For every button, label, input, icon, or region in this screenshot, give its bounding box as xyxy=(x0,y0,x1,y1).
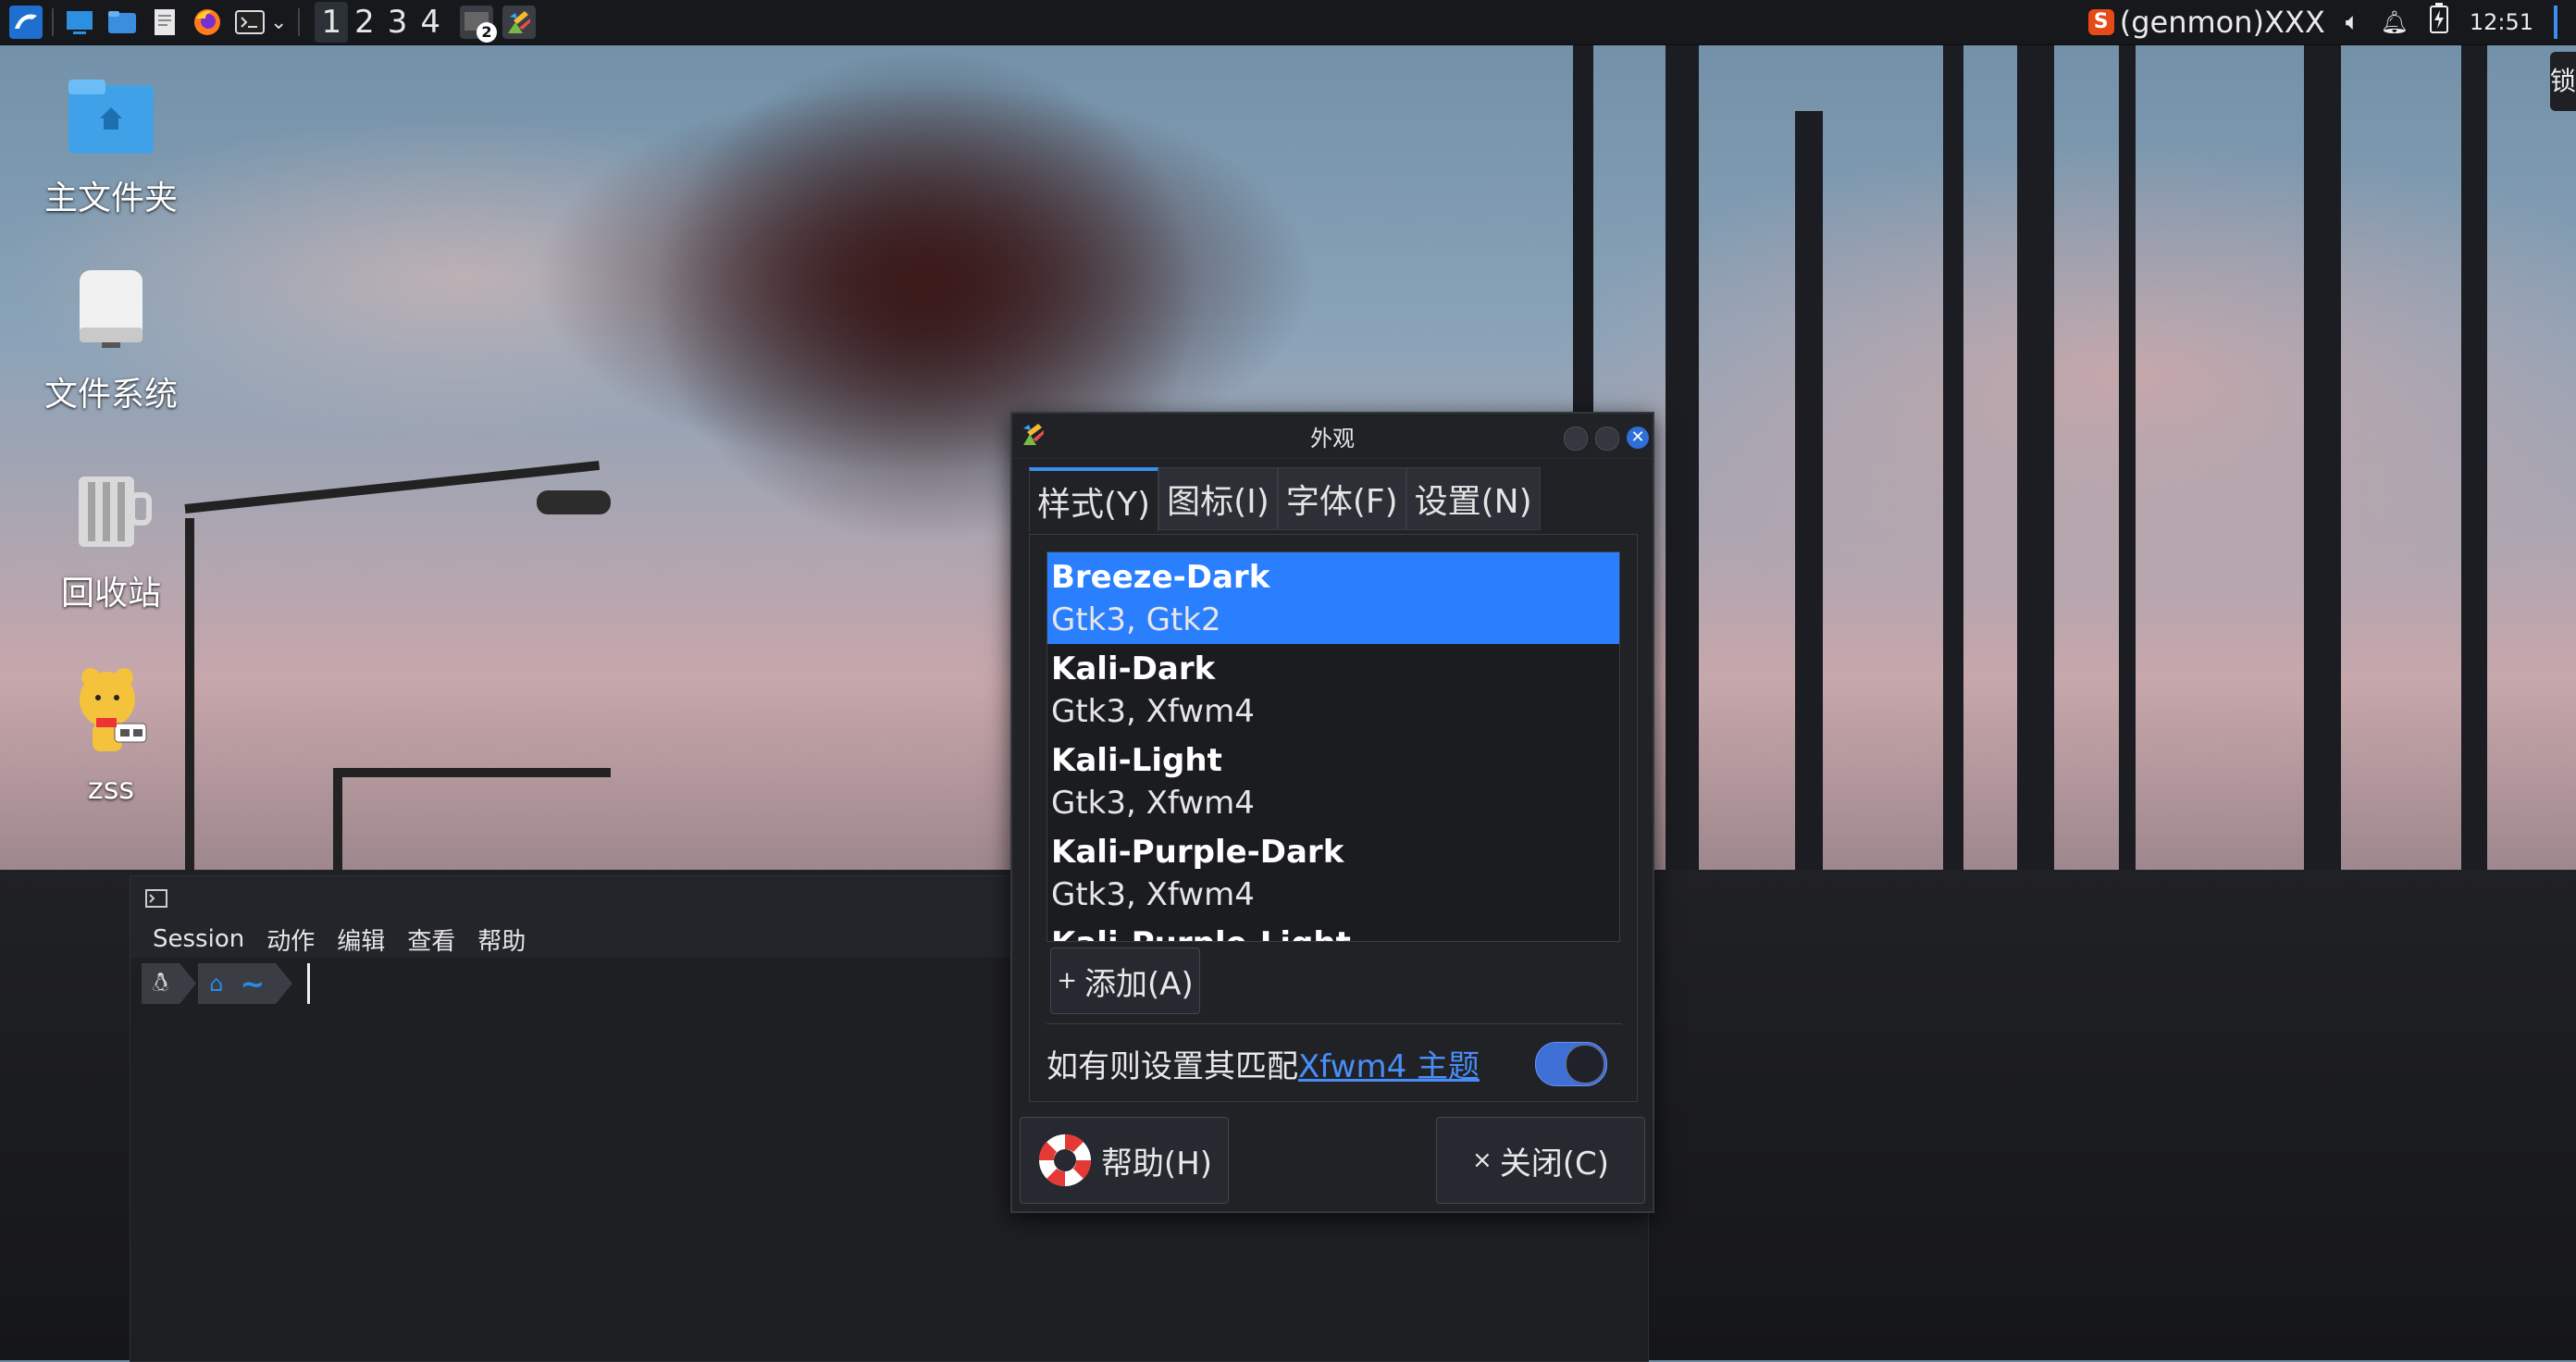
close-button-label: 关闭(C) xyxy=(1499,1145,1610,1182)
maximize-button[interactable] xyxy=(1595,427,1619,451)
workspace-switcher[interactable]: 1 2 3 4 xyxy=(315,2,447,43)
tab-style[interactable]: 样式(Y) xyxy=(1029,467,1159,532)
desktop-icon-label: 回收站 xyxy=(60,575,161,613)
match-wm-theme-switch[interactable] xyxy=(1535,1042,1607,1086)
system-tray: S (genmon)XXX 🔈︎ 🔔︎ 12:51 xyxy=(2087,0,2557,44)
dialog-tabs: 样式(Y) 图标(I) 字体(F) 设置(N) xyxy=(1029,467,1541,532)
theme-item-kali-purple-light[interactable]: Kali-Purple-Light xyxy=(1047,919,1619,941)
theme-item-breeze-dark[interactable]: Breeze-Dark Gtk3, Gtk2 xyxy=(1047,552,1619,644)
close-x-icon: × xyxy=(1471,1146,1492,1174)
style-tab-pane: Breeze-Dark Gtk3, Gtk2 Kali-Dark Gtk3, X… xyxy=(1029,534,1638,1102)
tab-icons[interactable]: 图标(I) xyxy=(1158,467,1278,530)
minimize-button[interactable] xyxy=(1564,427,1588,451)
window-count-badge: 2 xyxy=(477,22,497,43)
lifebuoy-icon xyxy=(1038,1133,1091,1187)
menu-view[interactable]: 查看 xyxy=(407,922,455,957)
add-button-label: 添加(A) xyxy=(1084,965,1194,1003)
desktop-icon-label: 文件系统 xyxy=(43,376,178,414)
home-folder-icon xyxy=(19,72,204,164)
genmon-plugin[interactable]: S (genmon)XXX xyxy=(2087,5,2325,40)
battery-charging-icon[interactable] xyxy=(2429,3,2449,42)
workspace-1[interactable]: 1 xyxy=(315,2,349,43)
add-theme-button[interactable]: + 添加(A) xyxy=(1050,947,1200,1014)
theme-item-kali-purple-dark[interactable]: Kali-Purple-Dark Gtk3, Xfwm4 xyxy=(1047,827,1619,919)
menu-actions[interactable]: 动作 xyxy=(266,922,315,957)
edge-tab[interactable]: 锁 xyxy=(2550,52,2576,111)
appearance-app-icon[interactable] xyxy=(502,6,536,39)
tab-fonts[interactable]: 字体(F) xyxy=(1277,467,1406,530)
taskbar-window-group[interactable]: 2 xyxy=(460,6,497,43)
desktop-icon-zss[interactable]: zss xyxy=(19,666,204,806)
sogou-input-icon[interactable]: S xyxy=(2087,9,2114,35)
desktop-icon-trash[interactable]: 回收站 xyxy=(19,467,204,614)
switch-knob xyxy=(1566,1045,1604,1083)
theme-engines: Gtk3, Gtk2 xyxy=(1051,601,1221,638)
theme-engines: Gtk3, Xfwm4 xyxy=(1051,693,1255,730)
theme-engines: Gtk3, Xfwm4 xyxy=(1051,785,1255,822)
firefox-icon[interactable] xyxy=(191,6,224,39)
theme-list[interactable]: Breeze-Dark Gtk3, Gtk2 Kali-Dark Gtk3, X… xyxy=(1046,551,1620,942)
workspace-4[interactable]: 4 xyxy=(414,2,447,43)
theme-name: Breeze-Dark xyxy=(1051,559,1270,596)
dialog-title: 外观 xyxy=(1310,425,1355,452)
prompt-tilde: ~ xyxy=(240,966,266,1001)
home-icon: ⌂ xyxy=(209,971,224,997)
theme-item-kali-light[interactable]: Kali-Light Gtk3, Xfwm4 xyxy=(1047,736,1619,827)
terminal-window-icon xyxy=(145,889,167,908)
desktop-icon-home[interactable]: 主文件夹 xyxy=(19,72,204,219)
plus-icon: + xyxy=(1057,967,1077,995)
file-manager-icon[interactable] xyxy=(105,6,139,39)
workspace-2[interactable]: 2 xyxy=(348,2,381,43)
desktop-icon-filesystem[interactable]: 文件系统 xyxy=(19,268,204,415)
text-editor-icon[interactable] xyxy=(148,6,181,39)
desktop-icon-label: 主文件夹 xyxy=(43,180,178,217)
tab-settings[interactable]: 设置(N) xyxy=(1406,467,1541,530)
user-mascot-icon xyxy=(19,666,204,763)
notification-bell-icon[interactable]: 🔔︎ xyxy=(2380,9,2408,35)
menu-help[interactable]: 帮助 xyxy=(477,922,526,957)
panel-edge-marker xyxy=(2554,6,2557,39)
match-wm-theme-label: 如有则设置其匹配 xyxy=(1046,1047,1298,1085)
show-desktop-icon[interactable] xyxy=(63,6,96,39)
help-button-label: 帮助(H) xyxy=(1100,1145,1213,1182)
genmon-text: (genmon)XXX xyxy=(2119,5,2325,40)
clock[interactable]: 12:51 xyxy=(2470,9,2533,35)
menu-edit[interactable]: 编辑 xyxy=(337,922,385,957)
linux-penguin-icon: 🐧︎ xyxy=(153,966,169,997)
chevron-down-icon[interactable]: ⌄ xyxy=(270,11,287,34)
prompt-segment-os: 🐧︎ xyxy=(142,963,180,1004)
filesystem-drive-icon xyxy=(19,268,204,360)
theme-name: Kali-Purple-Light xyxy=(1051,919,1619,941)
help-button[interactable]: 帮助(H) xyxy=(1020,1117,1229,1204)
top-panel: ⌄ 1 2 3 4 2 S (genmon)XXX 🔈︎ 🔔︎ 12:51 xyxy=(0,0,2576,45)
dialog-titlebar[interactable]: 外观 ✕ xyxy=(1012,414,1653,459)
kali-menu-icon[interactable] xyxy=(9,6,43,39)
desktop-icon-label: zss xyxy=(87,771,135,806)
theme-item-kali-dark[interactable]: Kali-Dark Gtk3, Xfwm4 xyxy=(1047,644,1619,736)
volume-icon[interactable]: 🔈︎ xyxy=(2346,8,2360,37)
close-button[interactable]: × 关闭(C) xyxy=(1436,1117,1645,1204)
trash-icon xyxy=(19,467,204,559)
theme-name: Kali-Purple-Dark xyxy=(1051,834,1344,871)
workspace-3[interactable]: 3 xyxy=(381,2,415,43)
terminal-icon[interactable] xyxy=(233,6,266,39)
prompt-segment-path: ⌂ ~ xyxy=(198,963,277,1004)
close-window-button[interactable]: ✕ xyxy=(1627,427,1649,449)
theme-name: Kali-Light xyxy=(1051,742,1222,779)
theme-engines: Gtk3, Xfwm4 xyxy=(1051,876,1255,913)
menu-session[interactable]: Session xyxy=(153,925,244,953)
xfwm4-theme-link[interactable]: Xfwm4 主题 xyxy=(1298,1041,1480,1086)
edge-tab-label: 锁 xyxy=(2550,66,2576,96)
match-wm-theme-row: 如有则设置其匹配 Xfwm4 主题 xyxy=(1046,1033,1620,1094)
theme-name: Kali-Dark xyxy=(1051,650,1216,687)
appearance-dialog: 外观 ✕ 样式(Y) 图标(I) 字体(F) 设置(N) Breeze-Dark… xyxy=(1010,412,1654,1213)
terminal-cursor xyxy=(307,963,311,1004)
